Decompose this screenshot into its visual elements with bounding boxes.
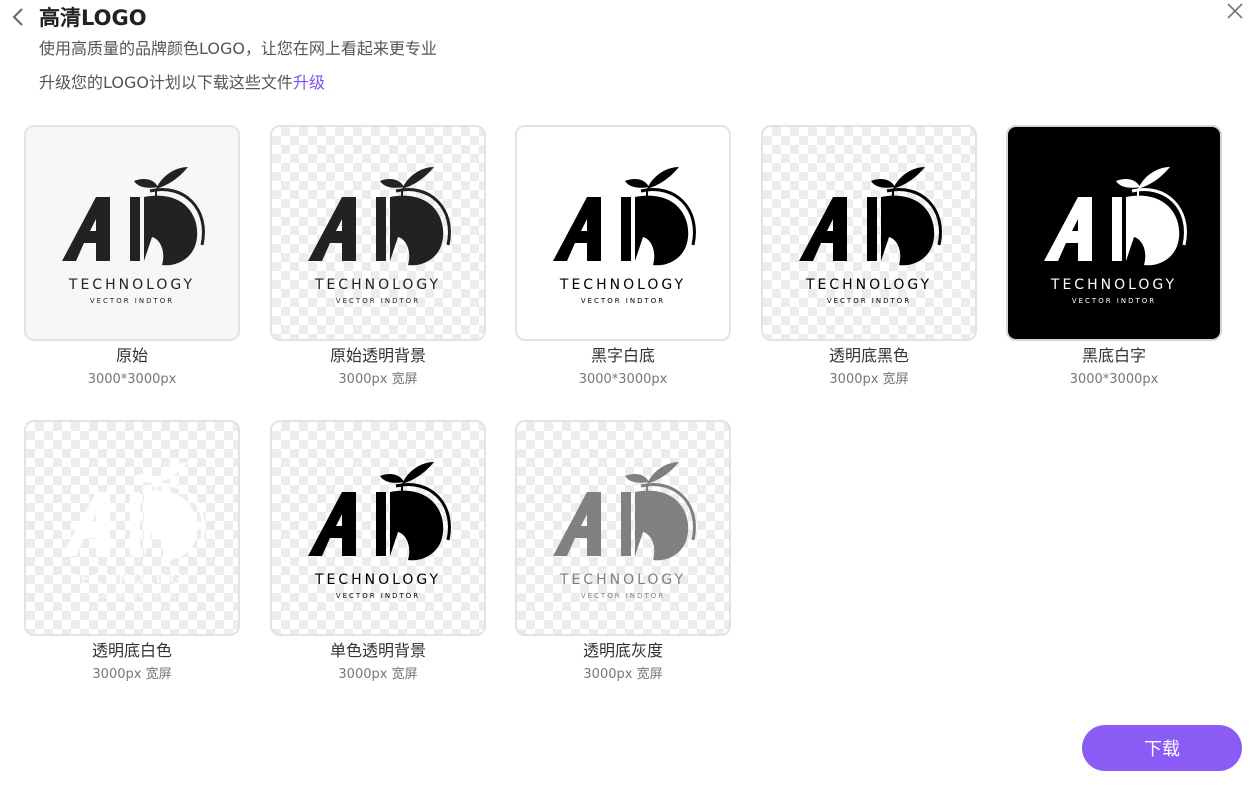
apple-ai-mark: [553, 167, 696, 266]
variant-thumbnail[interactable]: TECHNOLOGY VECTOR INDTOR: [761, 125, 977, 341]
logo-tagline-text: VECTOR INDTOR: [90, 592, 174, 600]
variant-card-original-transparent[interactable]: TECHNOLOGY VECTOR INDTOR 原始透明背景 3000px 宽屏: [270, 125, 486, 389]
upgrade-link[interactable]: 升级: [293, 73, 325, 92]
variant-thumbnail[interactable]: TECHNOLOGY VECTOR INDTOR: [270, 125, 486, 341]
variant-thumbnail[interactable]: TECHNOLOGY VECTOR INDTOR: [515, 420, 731, 636]
download-button[interactable]: 下载: [1082, 725, 1242, 771]
logo-name-text: TECHNOLOGY: [805, 277, 932, 293]
subtitle: 使用高质量的品牌颜色LOGO，让您在网上看起来更专业: [39, 39, 437, 58]
logo-name-text: TECHNOLOGY: [314, 572, 441, 588]
apple-ai-mark: [553, 462, 696, 561]
logo-name-text: TECHNOLOGY: [559, 572, 686, 588]
variant-card-transparent-grayscale[interactable]: TECHNOLOGY VECTOR INDTOR 透明底灰度 3000px 宽屏: [515, 420, 731, 684]
close-icon: [1227, 3, 1243, 19]
ai-technology-logo: TECHNOLOGY VECTOR INDTOR: [62, 462, 205, 600]
variant-size: 3000*3000px: [578, 372, 668, 387]
ai-technology-logo: TECHNOLOGY VECTOR INDTOR: [62, 167, 205, 305]
variant-thumbnail[interactable]: TECHNOLOGY VECTOR INDTOR: [24, 420, 240, 636]
close-button[interactable]: [1224, 0, 1246, 22]
variant-label: 透明底白色: [91, 641, 172, 660]
logo-name-text: TECHNOLOGY: [1050, 277, 1177, 293]
logo-tagline-text: VECTOR INDTOR: [336, 592, 420, 600]
logo-tagline-text: VECTOR INDTOR: [581, 592, 665, 600]
chevron-left-icon: [12, 8, 23, 26]
variant-label: 透明底黑色: [828, 346, 909, 365]
ai-technology-logo: TECHNOLOGY VECTOR INDTOR: [308, 167, 451, 305]
logo-name-text: TECHNOLOGY: [68, 277, 195, 293]
logo-tagline-text: VECTOR INDTOR: [336, 297, 420, 305]
variant-label: 原始透明背景: [329, 346, 426, 365]
ai-technology-logo: TECHNOLOGY VECTOR INDTOR: [553, 462, 696, 600]
variant-size: 3000px 宽屏: [92, 667, 172, 682]
logo-tagline-text: VECTOR INDTOR: [827, 297, 911, 305]
variant-size: 3000px 宽屏: [338, 372, 418, 387]
variant-card-white-on-black[interactable]: TECHNOLOGY VECTOR INDTOR 黑底白字 3000*3000px: [1006, 125, 1222, 389]
variant-size: 3000px 宽屏: [583, 667, 663, 682]
variant-label: 单色透明背景: [329, 641, 426, 660]
variant-thumbnail[interactable]: TECHNOLOGY VECTOR INDTOR: [24, 125, 240, 341]
variant-size: 3000px 宽屏: [829, 372, 909, 387]
variant-size: 3000*3000px: [87, 372, 177, 387]
apple-ai-mark: [62, 167, 205, 266]
upgrade-text: 升级您的LOGO计划以下载这些文件: [39, 73, 293, 92]
variant-label: 黑底白字: [1081, 346, 1146, 365]
variant-card-mono-transparent[interactable]: TECHNOLOGY VECTOR INDTOR 单色透明背景 3000px 宽屏: [270, 420, 486, 684]
ai-technology-logo: TECHNOLOGY VECTOR INDTOR: [1044, 167, 1187, 305]
variant-card-transparent-white[interactable]: TECHNOLOGY VECTOR INDTOR 透明底白色 3000px 宽屏: [24, 420, 240, 684]
variant-size: 3000px 宽屏: [338, 667, 418, 682]
upgrade-notice: 升级您的LOGO计划以下载这些文件升级: [39, 72, 325, 94]
variant-thumbnail[interactable]: TECHNOLOGY VECTOR INDTOR: [1006, 125, 1222, 341]
ai-technology-logo: TECHNOLOGY VECTOR INDTOR: [308, 462, 451, 600]
apple-ai-mark: [799, 167, 942, 266]
page-title: 高清LOGO: [39, 6, 147, 30]
variant-size: 3000*3000px: [1069, 372, 1159, 387]
logo-tagline-text: VECTOR INDTOR: [90, 297, 174, 305]
apple-ai-mark: [62, 462, 205, 561]
variant-card-black-on-white[interactable]: TECHNOLOGY VECTOR INDTOR 黑字白底 3000*3000px: [515, 125, 731, 389]
logo-name-text: TECHNOLOGY: [68, 572, 195, 588]
apple-ai-mark: [308, 462, 451, 561]
apple-ai-mark: [1044, 167, 1187, 266]
variant-card-transparent-black[interactable]: TECHNOLOGY VECTOR INDTOR 透明底黑色 3000px 宽屏: [761, 125, 977, 389]
logo-tagline-text: VECTOR INDTOR: [581, 297, 665, 305]
logo-name-text: TECHNOLOGY: [559, 277, 686, 293]
variant-card-original[interactable]: TECHNOLOGY VECTOR INDTOR 原始 3000*3000px: [24, 125, 240, 389]
variant-label: 黑字白底: [590, 346, 655, 365]
apple-ai-mark: [308, 167, 451, 266]
ai-technology-logo: TECHNOLOGY VECTOR INDTOR: [553, 167, 696, 305]
variant-label: 透明底灰度: [582, 641, 663, 660]
back-button[interactable]: [8, 6, 28, 28]
variant-thumbnail[interactable]: TECHNOLOGY VECTOR INDTOR: [515, 125, 731, 341]
variant-thumbnail[interactable]: TECHNOLOGY VECTOR INDTOR: [270, 420, 486, 636]
variant-label: 原始: [115, 346, 148, 365]
logo-name-text: TECHNOLOGY: [314, 277, 441, 293]
ai-technology-logo: TECHNOLOGY VECTOR INDTOR: [799, 167, 942, 305]
logo-tagline-text: VECTOR INDTOR: [1072, 297, 1156, 305]
